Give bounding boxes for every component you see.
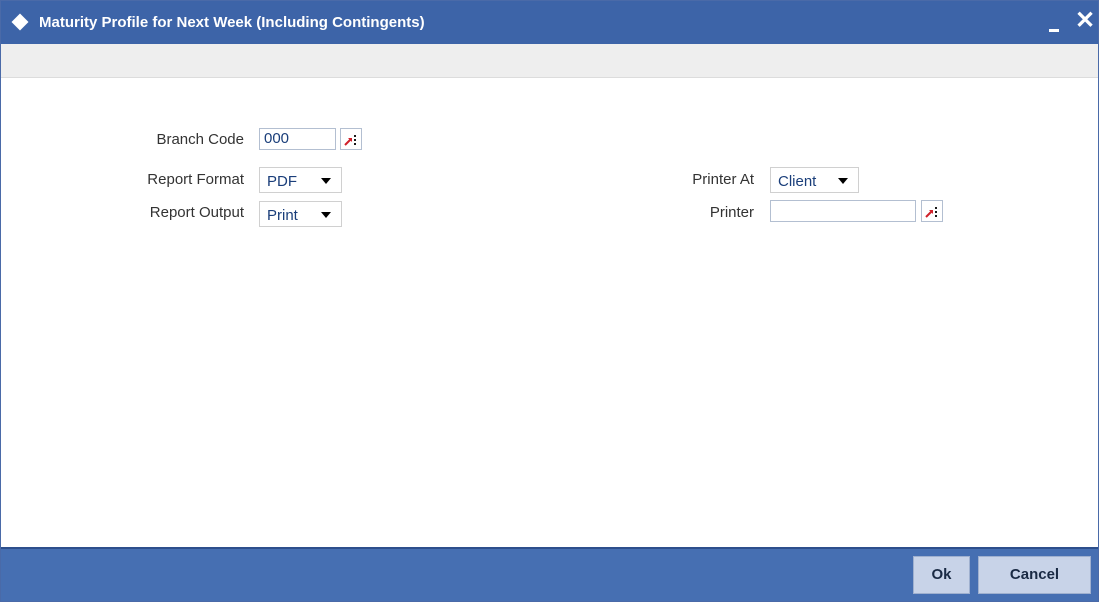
window-title: Maturity Profile for Next Week (Includin… <box>39 14 425 31</box>
close-icon[interactable]: ✕ <box>1073 9 1097 33</box>
chevron-down-icon <box>321 178 331 184</box>
report-output-label: Report Output <box>149 204 244 221</box>
chevron-down-icon <box>838 178 848 184</box>
report-format-label: Report Format <box>147 171 244 188</box>
printer-at-select[interactable]: Client <box>770 167 859 193</box>
minimize-icon[interactable] <box>1049 29 1059 32</box>
report-output-value: Print <box>267 207 298 224</box>
branch-code-lov-button[interactable] <box>340 128 362 150</box>
footer-bar: Ok Cancel <box>1 547 1098 601</box>
branch-code-field[interactable]: 000 <box>259 128 336 150</box>
title-bar: Maturity Profile for Next Week (Includin… <box>1 1 1098 44</box>
printer-at-label: Printer At <box>692 171 754 188</box>
report-format-select[interactable]: PDF <box>259 167 342 193</box>
report-output-select[interactable]: Print <box>259 201 342 227</box>
lov-icon <box>925 207 937 218</box>
branch-code-label: Branch Code <box>156 131 244 148</box>
ok-button[interactable]: Ok <box>913 556 970 594</box>
printer-label: Printer <box>709 204 754 221</box>
report-dialog: Maturity Profile for Next Week (Includin… <box>0 0 1099 602</box>
chevron-down-icon <box>321 212 331 218</box>
printer-at-value: Client <box>778 173 817 190</box>
printer-lov-button[interactable] <box>921 200 943 222</box>
printer-field[interactable] <box>770 200 916 222</box>
lov-icon <box>344 135 356 146</box>
toolbar-strip <box>1 44 1098 78</box>
cancel-button[interactable]: Cancel <box>978 556 1091 594</box>
diamond-icon <box>11 13 29 31</box>
report-format-value: PDF <box>267 173 297 190</box>
